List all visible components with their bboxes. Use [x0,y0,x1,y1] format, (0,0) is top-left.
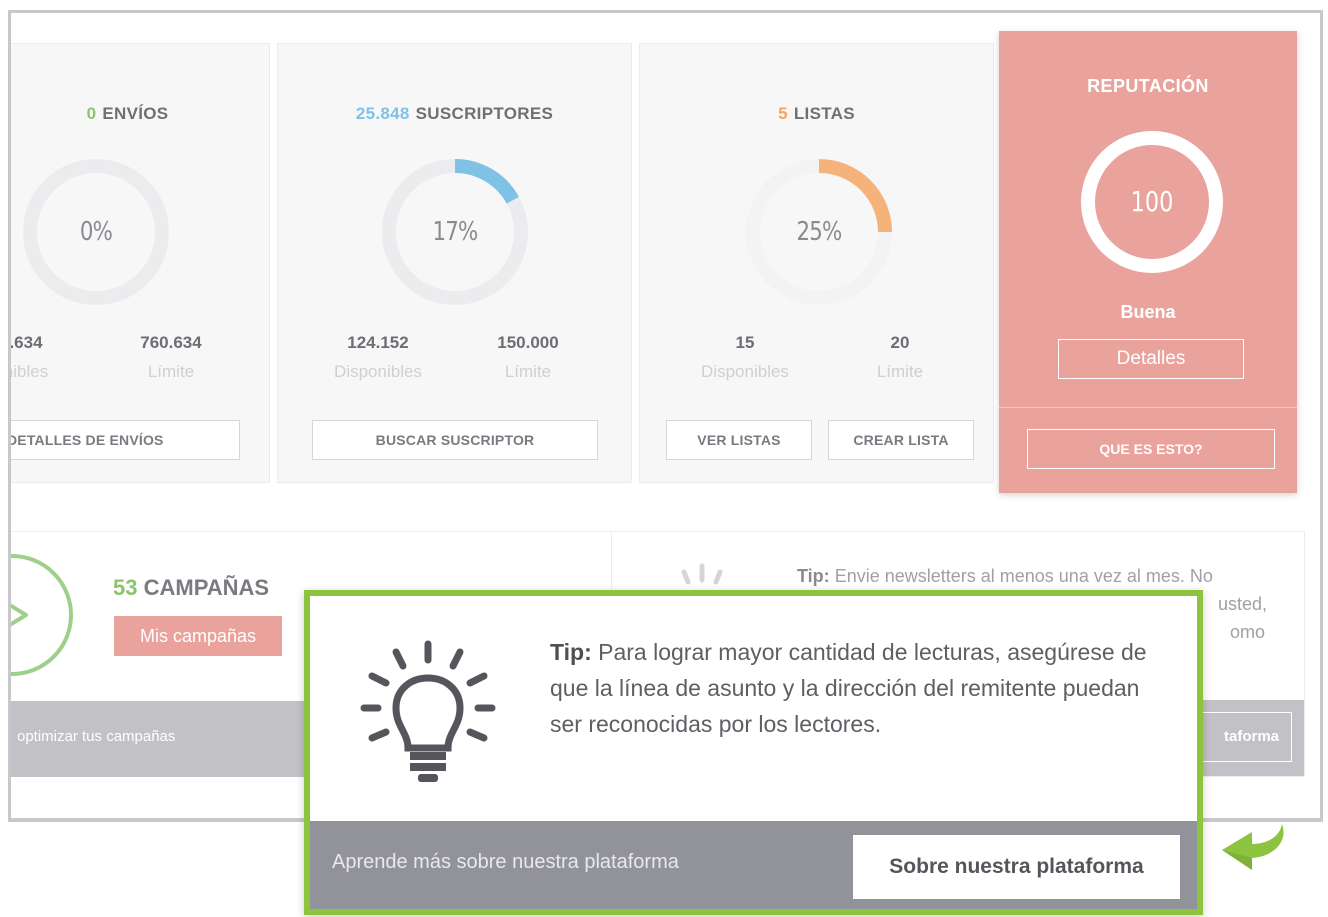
envios-percent: 0% [79,217,113,247]
reputacion-divider [999,407,1297,408]
suscriptores-title: 25.848 SUSCRIPTORES [355,104,554,123]
buscar-suscriptor-button[interactable]: BUSCAR SUSCRIPTOR [312,420,598,460]
listas-limite-value: 20 [890,333,910,352]
listas-progress-ring: 25% [744,157,894,307]
lightbulb-icon [360,640,496,782]
highlighted-tip-card: Tip: Para lograr mayor cantidad de lectu… [304,590,1203,915]
campaigns-title: 53 CAMPAÑAS [113,575,270,600]
envios-disponibles-value: .634 [9,333,43,352]
envios-limite-label: Límite [147,362,195,381]
ver-listas-button[interactable]: VER LISTAS [666,420,812,460]
reputacion-score: 100 [1130,185,1174,218]
highlighted-tip-text: Tip: Para lograr mayor cantidad de lectu… [550,639,1147,737]
listas-limite-label: Límite [876,362,924,381]
envios-disponibles-label: nibles [8,362,49,381]
suscriptores-disponibles-value: 124.152 [347,333,409,352]
listas-disponibles-label: Disponibles [701,362,789,381]
envios-card: 0 ENVÍOS 0% .634 nibles 760.634 Límite DE… [8,43,270,483]
reputacion-status: Buena [1120,302,1176,322]
suscriptores-card: 25.848 SUSCRIPTORES 17% 124.152 Disponibl… [277,43,632,483]
listas-percent: 25% [796,217,843,247]
highlighted-tip-footer: Aprende más sobre nuestra plataforma Sob… [310,821,1197,909]
megaphone-icon [11,603,28,627]
suscriptores-limite-value: 150.000 [497,333,559,352]
envios-title: 0 ENVÍOS [86,104,169,123]
suscriptores-percent: 17% [432,217,479,247]
suscriptores-disponibles-label: Disponibles [334,362,422,381]
reputacion-details-button[interactable]: Detalles [1058,339,1244,379]
listas-disponibles-value: 15 [735,333,755,352]
suscriptores-progress-ring: 17% [380,157,530,307]
listas-title: 5 LISTAS [778,104,855,123]
mis-campanas-button[interactable]: Mis campañas [114,616,282,656]
reputacion-card: REPUTACIÓN 100 Buena Detalles QUE ES EST… [999,31,1297,493]
curved-arrow-icon [1222,824,1284,870]
sobre-plataforma-button[interactable]: Sobre nuestra plataforma [853,835,1180,899]
envios-limite-value: 760.634 [140,333,202,352]
envios-progress-ring: 0% [21,157,171,307]
que-es-esto-button[interactable]: QUE ES ESTO? [1027,429,1275,469]
highlighted-footer-text: Aprende más sobre nuestra plataforma [332,851,679,873]
reputacion-score-ring: 100 [1081,131,1223,273]
listas-card: 5 LISTAS 25% 15 Disponibles 20 Límite VER… [639,43,994,483]
envios-details-button[interactable]: DETALLES DE ENVÍOS [11,420,240,460]
suscriptores-limite-label: Límite [504,362,552,381]
reputacion-title: REPUTACIÓN [1087,76,1209,96]
crear-lista-button[interactable]: CREAR LISTA [828,420,974,460]
campaigns-footer-text: optimizar tus campañas [17,728,176,745]
